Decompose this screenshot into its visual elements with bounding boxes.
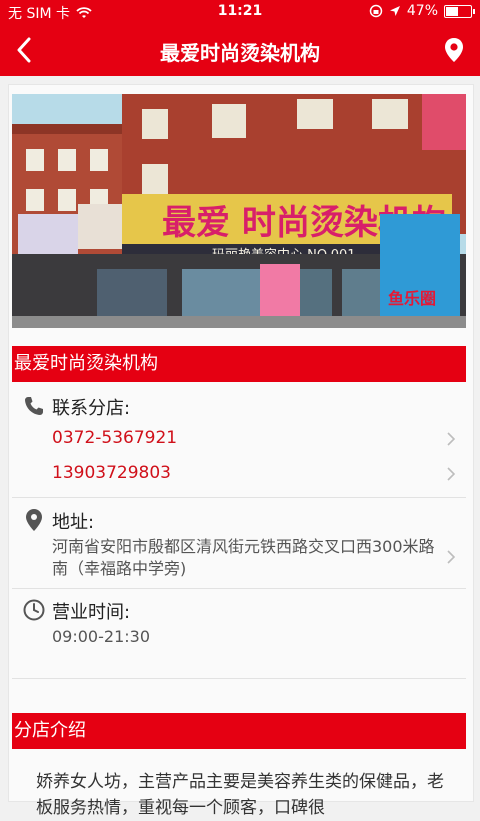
divider: [12, 588, 466, 589]
content-area: 最爱 时尚烫染机构 玛丽艳美容中心 NO.001 鱼乐圈 最爱时尚烫染机构: [0, 76, 480, 818]
status-right: 47%: [369, 3, 475, 19]
intro-text: 娇养女人坊，主营产品主要是美容养生类的保健品，老板服务热情，重视每一个顾客，口碑…: [36, 772, 444, 818]
map-location-button[interactable]: [440, 36, 468, 64]
nav-bar: 最爱时尚烫染机构: [0, 24, 480, 76]
page-title: 最爱时尚烫染机构: [160, 41, 320, 65]
hours-text: 09:00-21:30: [52, 627, 150, 646]
hours-label: 营业时间:: [52, 602, 131, 623]
sign-side-text: 鱼乐圈: [388, 289, 436, 308]
phone-number-2[interactable]: 13903729803: [52, 463, 171, 483]
status-bar: 无 SIM 卡 11:21 47%: [0, 0, 480, 24]
chevron-left-icon: [17, 37, 31, 63]
divider: [12, 497, 466, 498]
store-illustration: 最爱 时尚烫染机构 玛丽艳美容中心 NO.001 鱼乐圈: [12, 94, 466, 328]
location-pin-icon: [22, 508, 46, 532]
phone-icon: [22, 394, 46, 418]
divider: [12, 678, 466, 679]
contact-label: 联系分店:: [52, 398, 131, 419]
chevron-right-icon: [447, 550, 456, 564]
intro-title-bar: 分店介绍: [12, 713, 466, 749]
store-name-bar: 最爱时尚烫染机构: [12, 346, 466, 382]
battery-icon: [444, 4, 475, 18]
store-photo[interactable]: 最爱 时尚烫染机构 玛丽艳美容中心 NO.001 鱼乐圈: [12, 94, 466, 328]
address-text[interactable]: 河南省安阳市殷都区清风街元铁西路交叉口西300米路南（幸福路中学旁): [52, 536, 437, 580]
map-pin-icon: [445, 38, 463, 62]
address-label: 地址:: [52, 512, 95, 533]
location-arrow-icon: [389, 6, 400, 16]
lock-rotation-icon: [369, 4, 383, 18]
phone-number-1[interactable]: 0372-5367921: [52, 428, 177, 448]
battery-percent: 47%: [406, 3, 438, 19]
back-button[interactable]: [8, 34, 40, 66]
chevron-right-icon: [447, 432, 456, 446]
chevron-right-icon: [447, 467, 456, 481]
clock-icon: [22, 598, 46, 622]
